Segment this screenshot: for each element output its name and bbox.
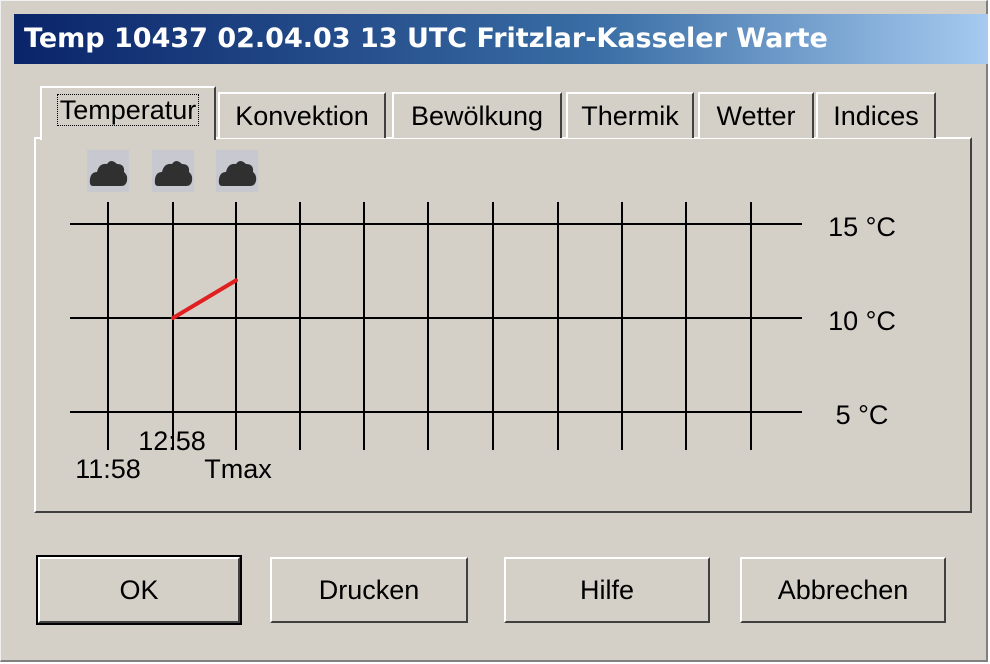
temperature-series-line [171, 278, 238, 320]
y-tick-label: 15 °C [828, 212, 896, 242]
cloud-icon [216, 150, 258, 192]
temperature-chart: 15 °C 10 °C 5 °C 11:5812:58Tmax [70, 150, 896, 484]
y-tick-label: 5 °C [836, 400, 889, 430]
x-tick-label: Tmax [204, 454, 272, 484]
x-tick-label: 11:58 [75, 454, 141, 484]
x-tick-label: 12:58 [138, 426, 206, 456]
y-tick-label: 10 °C [828, 306, 896, 336]
cloud-icon [87, 150, 129, 192]
cloud-icon [152, 150, 194, 192]
